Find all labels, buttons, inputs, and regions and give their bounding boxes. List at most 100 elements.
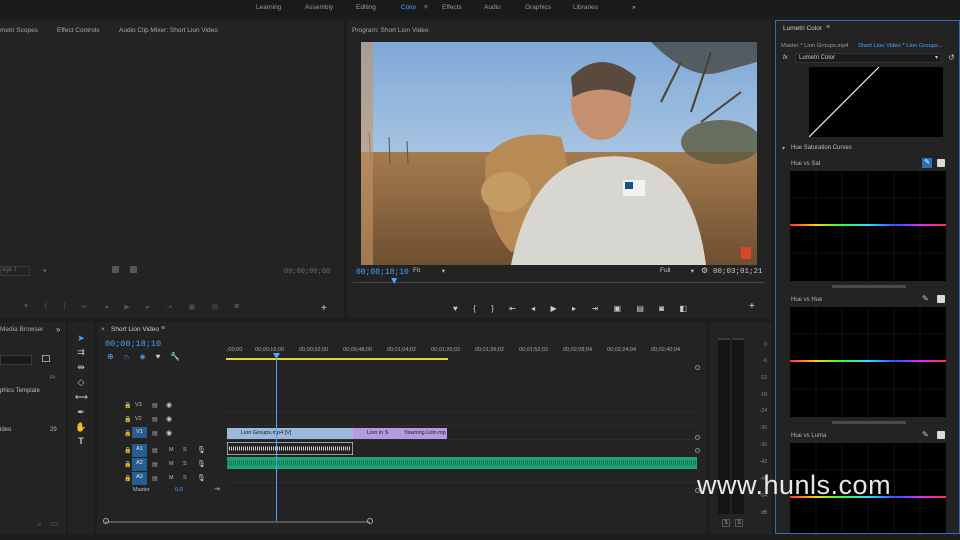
hue-vs-sat-graph[interactable] — [790, 171, 946, 281]
overwrite-icon[interactable]: ▤ — [212, 303, 219, 313]
curve-enable-checkbox[interactable] — [937, 159, 945, 167]
program-video-frame[interactable] — [361, 42, 757, 265]
workspace-menu-icon[interactable]: ≡ — [424, 4, 428, 11]
slip-tool-icon[interactable]: ⟷ — [75, 392, 88, 404]
workspace-tab-learning[interactable]: Learning — [256, 4, 281, 11]
camera-icon[interactable]: ◙ — [659, 304, 664, 313]
step-forward-icon[interactable]: ▸ — [572, 304, 576, 313]
workspace-tab-color[interactable]: Color — [401, 4, 417, 11]
hue-vs-sat-scrollbar[interactable] — [832, 285, 906, 288]
play-icon[interactable]: ▶ — [124, 303, 129, 313]
track-lane-v3[interactable] — [226, 399, 696, 412]
solo-right-button[interactable]: S — [735, 519, 743, 527]
step-back-icon[interactable]: ◂ — [531, 304, 535, 313]
scroll-handle[interactable] — [367, 518, 373, 524]
solo-button[interactable]: S — [183, 447, 187, 453]
eyedropper-icon[interactable]: ✎ — [922, 430, 929, 439]
out-icon[interactable]: } — [63, 303, 65, 313]
sync-lock-icon[interactable]: ▤ — [152, 475, 158, 482]
snap-icon[interactable]: ∩ — [124, 352, 130, 361]
new-item-icon[interactable]: ▭ — [50, 518, 59, 529]
program-scrub-bar[interactable] — [353, 278, 765, 288]
workspace-tab-audio[interactable]: Audio — [484, 4, 501, 11]
mark-out-icon[interactable]: } — [491, 304, 494, 313]
workspace-tab-graphics[interactable]: Graphics — [525, 4, 551, 11]
reset-icon[interactable]: ↺ — [948, 53, 955, 62]
hand-tool-icon[interactable]: ✋ — [75, 422, 87, 434]
track-lane-a3[interactable] — [227, 471, 697, 483]
panel-menu-icon[interactable]: ≡ — [826, 24, 830, 31]
more-panels-icon[interactable]: » — [56, 325, 60, 334]
media-item-video[interactable]: ideo — [0, 427, 11, 433]
type-tool-icon[interactable]: T — [75, 436, 87, 448]
marker-icon[interactable]: ♥ — [453, 304, 458, 313]
close-icon[interactable]: × — [101, 326, 105, 333]
add-button-icon[interactable]: + — [321, 303, 327, 314]
timeline-settings-icon[interactable]: 🔧 — [170, 352, 180, 361]
play-icon[interactable]: ▶ — [551, 304, 557, 313]
timeline-playhead[interactable] — [276, 354, 277, 522]
work-area-bar[interactable] — [226, 358, 448, 360]
insert-icon[interactable]: ▣ — [189, 303, 196, 313]
curve-enable-checkbox[interactable] — [937, 295, 945, 303]
go-to-end-icon[interactable]: ⇥ — [214, 485, 220, 493]
lock-icon[interactable]: 🔒 — [124, 416, 131, 423]
lock-icon[interactable]: 🔒 — [124, 461, 131, 468]
marker-icon[interactable]: ♥ — [24, 303, 28, 313]
export-frame-icon[interactable] — [130, 266, 137, 273]
scroll-handle[interactable] — [695, 435, 700, 440]
track-select-tool-icon[interactable]: ⇉ — [75, 347, 87, 359]
eyedropper-icon[interactable]: ✎ — [922, 294, 929, 303]
sync-lock-icon[interactable]: ▤ — [152, 461, 158, 468]
program-timecode[interactable]: 00;00;18;10 — [356, 268, 409, 277]
workspace-tab-assembly[interactable]: Assembly — [305, 4, 333, 11]
settings-icon[interactable] — [112, 266, 119, 273]
track-target-a1[interactable]: A1 — [132, 444, 147, 457]
tab-audio-clip-mixer[interactable]: Audio Clip Mixer: Short Lion Video — [119, 27, 218, 34]
hue-vs-hue-graph[interactable] — [790, 307, 946, 417]
workspace-tab-effects[interactable]: Effects — [442, 4, 462, 11]
step-forward-icon[interactable]: ▸ — [146, 303, 150, 313]
sync-lock-icon[interactable]: ▤ — [152, 430, 158, 437]
in-icon[interactable]: { — [45, 303, 47, 313]
master-clip-label[interactable]: Master * Lion Groups.mp4 — [781, 43, 849, 49]
sequence-clip-label[interactable]: Short Lion Video * Lion Groups... — [858, 43, 943, 49]
list-view-icon[interactable]: ≡ — [37, 520, 42, 529]
goto-out-icon[interactable]: ⇥ — [591, 304, 598, 313]
tab-lumetri-scopes[interactable]: metri Scopes — [0, 27, 38, 34]
hue-vs-hue-scrollbar[interactable] — [832, 421, 906, 424]
lift-icon[interactable]: ▣ — [613, 304, 621, 313]
sync-lock-icon[interactable]: ▤ — [152, 447, 158, 454]
lock-icon[interactable]: 🔒 — [124, 402, 131, 409]
lock-icon[interactable]: 🔒 — [124, 475, 131, 482]
selection-tool-icon[interactable]: ➤ — [75, 333, 87, 345]
sync-lock-icon[interactable]: ▤ — [152, 402, 158, 409]
clip-lion-groups-video[interactable]: Lion Groups.mp4 [V] — [227, 428, 353, 439]
eye-icon[interactable]: ◉ — [166, 401, 172, 409]
program-playhead[interactable] — [391, 278, 398, 284]
goto-in-icon[interactable]: ⇤ — [82, 303, 88, 313]
clip-lion-in-s[interactable]: Lion in S — [353, 428, 390, 439]
linked-selection-icon[interactable]: ◈ — [139, 352, 145, 361]
mute-button[interactable]: M — [169, 475, 174, 481]
timeline-tab[interactable]: Short Lion Video — [111, 326, 159, 333]
track-target-a2[interactable]: A2 — [132, 458, 147, 471]
more-workspaces-button[interactable]: » — [632, 4, 636, 11]
compare-icon[interactable]: ◧ — [679, 304, 687, 313]
lumetri-title[interactable]: Lumetri Color — [783, 25, 822, 32]
tab-media-browser[interactable]: Media Browser — [0, 326, 43, 333]
lock-icon[interactable]: 🔒 — [124, 447, 131, 454]
rgb-curve-graph[interactable] — [809, 67, 943, 137]
mute-button[interactable]: M — [169, 461, 174, 467]
add-button-icon[interactable]: + — [749, 301, 755, 312]
microphone-icon[interactable]: 🎙 — [197, 460, 206, 468]
goto-in-icon[interactable]: ⇤ — [509, 304, 516, 313]
scroll-handle[interactable] — [103, 518, 109, 524]
mute-button[interactable]: M — [169, 447, 174, 453]
media-search-input[interactable] — [0, 355, 32, 365]
program-quality-select[interactable]: Full ▾ — [660, 267, 694, 277]
eye-icon[interactable]: ◉ — [166, 415, 172, 423]
workspace-tab-libraries[interactable]: Libraries — [573, 4, 598, 11]
source-zoom-select[interactable]: age 1 — [0, 266, 30, 276]
clip-lion-groups-audio-a1[interactable] — [227, 442, 353, 455]
